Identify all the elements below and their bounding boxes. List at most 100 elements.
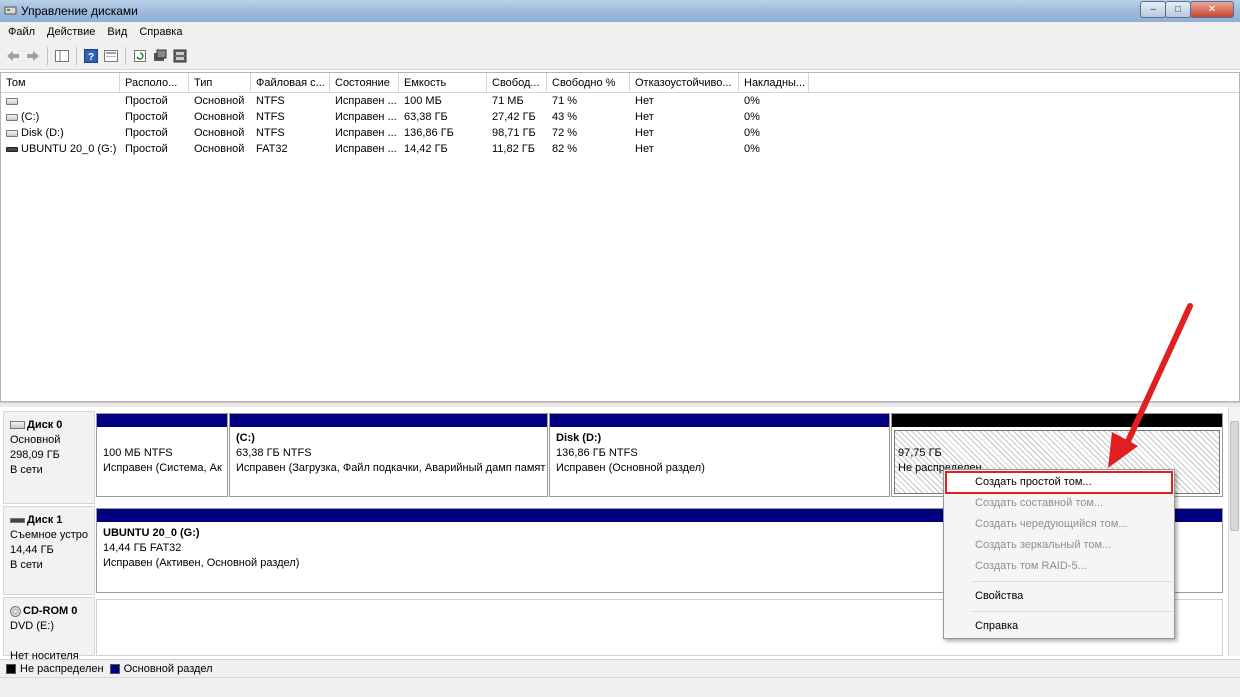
vertical-scrollbar[interactable] [1228, 407, 1240, 656]
cdrom-0-label[interactable]: CD-ROM 0 DVD (E:) Нет носителя [3, 597, 95, 662]
context-menu: Создать простой том... Создать составной… [943, 469, 1175, 639]
disk-size: 298,09 ГБ [10, 449, 60, 461]
volume-name: Disk (D:) [21, 127, 64, 139]
volume-free-percent: 72 % [552, 127, 578, 139]
toolbar: ? [0, 42, 1240, 70]
column-free-space[interactable]: Свобод... [487, 73, 547, 92]
column-overhead[interactable]: Накладны... [739, 73, 809, 92]
volume-row-g[interactable]: UBUNTU 20_0 (G:) Простой Основной FAT32 … [1, 141, 1239, 157]
scrollbar-thumb[interactable] [1230, 421, 1239, 531]
volume-free: 71 МБ [492, 95, 524, 107]
volume-row-system[interactable]: Простой Основной NTFS Исправен ... 100 М… [1, 93, 1239, 109]
volume-layout: Простой [125, 127, 168, 139]
partition-d[interactable]: Disk (D:) 136,86 ГБ NTFS Исправен (Основ… [549, 413, 890, 497]
column-layout[interactable]: Располо... [120, 73, 189, 92]
menu-view[interactable]: Вид [101, 26, 133, 38]
volume-fs: NTFS [256, 95, 285, 107]
partition-system-reserved[interactable]: 100 МБ NTFS Исправен (Система, Ак [96, 413, 228, 497]
volume-overhead: 0% [744, 127, 760, 139]
legend-unallocated: Не распределен [20, 662, 104, 675]
column-fault-tolerance[interactable]: Отказоустойчиво... [630, 73, 739, 92]
partition-size: 63,38 ГБ NTFS [236, 447, 312, 459]
menu-help[interactable]: Справка [944, 616, 1174, 637]
show-hide-tree-icon[interactable] [52, 46, 72, 66]
volume-row-d[interactable]: Disk (D:) Простой Основной NTFS Исправен… [1, 125, 1239, 141]
unallocated-swatch [6, 663, 16, 674]
disk-state: В сети [10, 559, 43, 571]
volume-fault-tolerance: Нет [635, 111, 654, 123]
volume-fs: NTFS [256, 127, 285, 139]
refresh-icon[interactable] [130, 46, 150, 66]
toolbar-separator [125, 46, 126, 65]
partition-status: Исправен (Система, Ак [103, 462, 222, 474]
settings-icon[interactable] [170, 46, 190, 66]
volume-status: Исправен ... [335, 127, 397, 139]
volume-free-percent: 43 % [552, 111, 578, 123]
disk-name: Диск 0 [27, 419, 63, 431]
volume-fault-tolerance: Нет [635, 143, 654, 155]
volume-fs: FAT32 [256, 143, 288, 155]
volume-capacity: 14,42 ГБ [404, 143, 448, 155]
title-bar: Управление дисками – □ ✕ [0, 0, 1240, 22]
primary-partition-bar [97, 414, 227, 427]
volume-free-percent: 71 % [552, 95, 578, 107]
forward-icon[interactable] [23, 46, 43, 66]
toolbar-separator [47, 46, 48, 65]
hard-disk-icon [10, 421, 25, 430]
removable-disk-icon [10, 517, 25, 523]
partition-status: Исправен (Загрузка, Файл подкачки, Авари… [236, 462, 546, 474]
volume-name: UBUNTU 20_0 (G:) [21, 143, 117, 155]
volume-capacity: 100 МБ [404, 95, 442, 107]
column-status[interactable]: Состояние [330, 73, 399, 92]
primary-partition-bar [550, 414, 889, 427]
column-volume[interactable]: Том [1, 73, 120, 92]
volume-fault-tolerance: Нет [635, 127, 654, 139]
menu-create-spanned-volume[interactable]: Создать составной том... [944, 493, 1174, 514]
menu-file[interactable]: Файл [2, 26, 41, 38]
disk-type: DVD (E:) [10, 620, 54, 632]
partition-c[interactable]: (C:) 63,38 ГБ NTFS Исправен (Загрузка, Ф… [229, 413, 548, 497]
primary-swatch [109, 663, 120, 674]
column-free-percent[interactable]: Свободно % [547, 73, 630, 92]
disk-size: 14,44 ГБ [10, 544, 54, 556]
annotation-arrow-icon [1108, 303, 1193, 468]
maximize-button[interactable]: □ [1165, 1, 1191, 18]
volume-icon [6, 113, 18, 121]
partition-title: UBUNTU 20_0 (G:) [103, 527, 200, 539]
menu-action[interactable]: Действие [41, 26, 101, 38]
menu-create-striped-volume[interactable]: Создать чередующийся том... [944, 514, 1174, 535]
list-header: Том Располо... Тип Файловая с... Состоян… [1, 73, 1239, 93]
volume-fs: NTFS [256, 111, 285, 123]
menu-properties[interactable]: Свойства [944, 586, 1174, 607]
menu-create-raid5-volume[interactable]: Создать том RAID-5... [944, 556, 1174, 577]
menu-create-mirrored-volume[interactable]: Создать зеркальный том... [944, 535, 1174, 556]
volume-row-c[interactable]: (C:) Простой Основной NTFS Исправен ... … [1, 109, 1239, 125]
properties-icon[interactable] [101, 46, 121, 66]
disk-name: CD-ROM 0 [23, 605, 78, 617]
partition-title: Disk (D:) [556, 432, 602, 444]
disk-0-label[interactable]: Диск 0 Основной 298,09 ГБ В сети [3, 411, 95, 504]
volume-fault-tolerance: Нет [635, 95, 654, 107]
column-capacity[interactable]: Емкость [399, 73, 487, 92]
help-icon[interactable]: ? [81, 46, 101, 66]
column-filesystem[interactable]: Файловая с... [251, 73, 330, 92]
svg-text:?: ? [88, 52, 94, 63]
rescan-disks-icon[interactable] [150, 46, 170, 66]
volume-name: (C:) [21, 111, 40, 123]
volume-layout: Простой [125, 111, 168, 123]
minimize-button[interactable]: – [1140, 1, 1166, 18]
status-bar [0, 677, 1240, 697]
volume-list: Том Располо... Тип Файловая с... Состоян… [0, 72, 1240, 402]
disk-name: Диск 1 [27, 514, 63, 526]
disk-type: Съемное устро [10, 529, 89, 541]
disk-1-label[interactable]: Диск 1 Съемное устро 14,44 ГБ В сети [3, 506, 95, 595]
close-button[interactable]: ✕ [1190, 1, 1234, 18]
column-type[interactable]: Тип [189, 73, 251, 92]
cd-drive-icon [10, 605, 21, 617]
volume-overhead: 0% [744, 143, 760, 155]
legend-primary: Основной раздел [123, 662, 213, 675]
volume-free: 98,71 ГБ [492, 127, 536, 139]
window-title: Управление дисками [21, 4, 138, 18]
menu-help[interactable]: Справка [133, 26, 188, 38]
back-icon[interactable] [3, 46, 23, 66]
